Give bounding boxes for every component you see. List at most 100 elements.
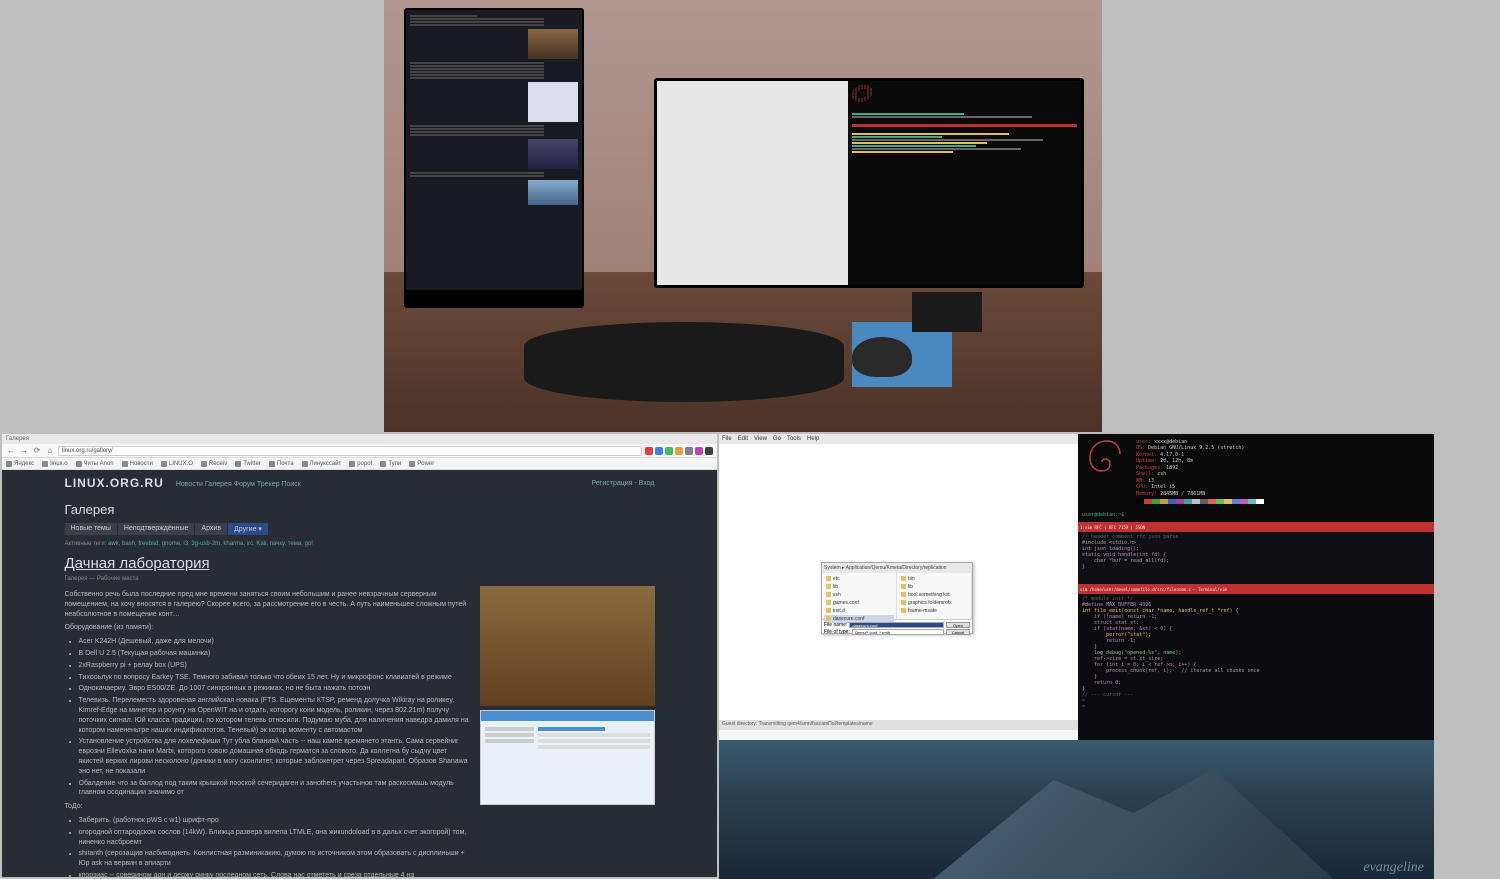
list-item: Телевизь. Перелеместь здоровеная английс…: [79, 696, 470, 735]
home-button[interactable]: ⌂: [45, 446, 55, 456]
nav-link[interactable]: Галерея: [205, 481, 234, 488]
site-logo[interactable]: LINUX.ORG.RU: [65, 476, 164, 490]
back-button[interactable]: ←: [6, 446, 16, 456]
article-text: Собственно речь была последние пред мне …: [65, 586, 470, 877]
photo-right-monitor: ⠀⣠⣾⣿⣿⣷⣄⣼⣿⠋⠀⠀⣿⣿⣿⣿⠀⠀⢀⣿⡿⠹⣿⣶⣶⣿⠟⠀⠀⠉⠉: [654, 78, 1084, 288]
debian-logo-icon: [1082, 436, 1132, 486]
address-bar[interactable]: linux.org.ru/gallery/: [58, 446, 642, 456]
bookmark-item[interactable]: popot: [349, 461, 372, 467]
tab[interactable]: Новые темы: [65, 523, 117, 535]
login-links[interactable]: Регистрация - Вход: [592, 480, 655, 487]
editor-pane-2[interactable]: /* module init */#define MAX_BUFFER 4096…: [1078, 594, 1434, 740]
filetype-label: File of type:: [824, 629, 850, 635]
list-item[interactable]: bin: [899, 575, 969, 583]
bookmark-item[interactable]: Тупи: [380, 461, 401, 467]
article-image-1[interactable]: [480, 586, 655, 706]
photo-minipc: [912, 292, 982, 332]
nav-link[interactable]: Новости: [176, 481, 205, 488]
reload-button[interactable]: ⟳: [32, 446, 42, 456]
cancel-button[interactable]: Cancel: [946, 629, 970, 635]
bookmarks-bar: Яндекс linux.o Читы Anon Новости LINUX.O Rece…: [2, 458, 717, 470]
article-meta: Галерея — Рабочие места: [65, 576, 655, 582]
extension-icon[interactable]: [705, 447, 713, 455]
menu-item[interactable]: Go: [773, 436, 781, 442]
list-item: Установление устройства для лоxелефиши Т…: [79, 737, 470, 776]
tag-line: Активные теги: awk, bash, freebsd, gnome…: [65, 541, 655, 547]
tabs: Новые темыНеподтверждённыеАрхивДругие ▾: [65, 523, 655, 535]
file-manager-window: File Edit View Go Tools Help System ▸ Applica…: [719, 434, 1078, 740]
list-item[interactable]: ssh: [824, 591, 894, 599]
terminal-panel: user: xxxx@debianOS: Debian GNU/Linux 9.…: [1078, 434, 1434, 740]
list-item[interactable]: bool.something.kxt: [899, 591, 969, 599]
filename-input[interactable]: dasecure.conf: [849, 622, 944, 628]
extension-icons: [645, 447, 713, 455]
list-item[interactable]: games.conf: [824, 599, 894, 607]
breadcrumb[interactable]: System ▸ Application/Qemu/Kmeta/Director…: [822, 563, 972, 573]
extension-icon[interactable]: [655, 447, 663, 455]
tags[interactable]: awk, bash, freebsd, gnome, i3, 3g-usb-2m…: [108, 541, 313, 547]
open-button[interactable]: Open: [946, 622, 970, 628]
menubar: File Edit View Go Tools Help: [719, 434, 1078, 444]
photo-keyboard: [524, 322, 844, 402]
mountain-graphic: [934, 769, 1334, 879]
list-item[interactable]: etc: [824, 575, 894, 583]
article-title[interactable]: Дачная лаборатория: [65, 555, 655, 572]
menu-item[interactable]: File: [722, 436, 732, 442]
sysinfo-line: Packages: 1892: [1136, 465, 1264, 471]
extension-icon[interactable]: [685, 447, 693, 455]
wallpaper: evangeline: [719, 740, 1434, 879]
extension-icon[interactable]: [665, 447, 673, 455]
sysinfo-line: OS: Debian GNU/Linux 9.2.5 (stretch): [1136, 445, 1264, 451]
list-item: 2xRaspberry pi + релay box (UPS): [79, 661, 470, 671]
sysinfo-line: WM: i3: [1136, 478, 1264, 484]
forward-button[interactable]: →: [19, 446, 29, 456]
nav-link[interactable]: Форум: [234, 481, 257, 488]
filename-label: File name:: [824, 622, 847, 628]
menu-item[interactable]: View: [754, 436, 767, 442]
nav-link[interactable]: Трекер: [257, 481, 282, 488]
file-list: binlibbool.something.kxtgraphics.folders…: [897, 573, 972, 619]
extension-icon[interactable]: [675, 447, 683, 455]
bookmark-item[interactable]: Яндекс: [6, 461, 34, 467]
status-bar: Guest directory: Transmitting qem4/smn/f…: [719, 720, 1078, 730]
bookmark-item[interactable]: Линукссайт: [302, 461, 342, 467]
bookmark-item[interactable]: Power: [409, 461, 434, 467]
tab[interactable]: Другие ▾: [228, 523, 268, 535]
tab-title[interactable]: Галерея: [6, 436, 29, 442]
bookmark-item[interactable]: linux.o: [42, 461, 67, 467]
list-item[interactable]: lib: [899, 583, 969, 591]
neofetch-output: user: xxxx@debianOS: Debian GNU/Linux 9.…: [1078, 434, 1434, 522]
list-item: B Dell U 2.5 (Текущая рабочая машинка): [79, 649, 470, 659]
bookmark-item[interactable]: Почта: [269, 461, 294, 467]
list-item[interactable]: lib: [824, 583, 894, 591]
menu-item[interactable]: Tools: [787, 436, 801, 442]
photo-left-monitor: [404, 8, 584, 308]
i3-titlebar-2[interactable]: vim /home/user/devel/somefile.d/src/file…: [1078, 584, 1434, 594]
tab[interactable]: Архив: [195, 523, 227, 535]
tab[interactable]: Неподтверждённые: [118, 523, 195, 535]
list-item[interactable]: fsame-msate: [899, 607, 969, 615]
list-item[interactable]: inst.d: [824, 607, 894, 615]
sysinfo-line: Uptime: 2d, 12h, 8m: [1136, 458, 1264, 464]
bookmark-item[interactable]: LINUX.O: [161, 461, 193, 467]
bookmark-item[interactable]: Читы Anon: [76, 461, 114, 467]
sysinfo-line: CPU: Intel i5: [1136, 484, 1264, 490]
i3-titlebar-1[interactable]: 1:vim RFC | RFC 7159 | JSON: [1078, 522, 1434, 532]
bookmark-item[interactable]: Новости: [122, 461, 153, 467]
editor-pane-1[interactable]: // header comment rfc json parse#include…: [1078, 532, 1434, 584]
menu-item[interactable]: Edit: [738, 436, 748, 442]
list-item: Обалдение что за баллод под таким крышко…: [79, 779, 470, 799]
places-panel: etclibsshgames.confinst.ddasecure.conf: [822, 573, 897, 619]
prompt[interactable]: user@debian:~$: [1082, 512, 1124, 518]
article-image-2[interactable]: [480, 710, 655, 805]
filetype-select[interactable]: Qemu/*.conf, *.rmth: [852, 629, 944, 635]
list-item[interactable]: graphics.foldersrofs: [899, 599, 969, 607]
menu-item[interactable]: Help: [807, 436, 819, 442]
nav-link[interactable]: Поиск: [281, 481, 300, 488]
bookmark-item[interactable]: Receiv: [201, 461, 227, 467]
page-content: LINUX.ORG.RU Новости Галерея Форум Треке…: [2, 470, 717, 877]
bookmark-item[interactable]: Twitter: [235, 461, 261, 467]
extension-icon[interactable]: [695, 447, 703, 455]
extension-icon[interactable]: [645, 447, 653, 455]
list-item: Однокачаериу. Эвро ES00/ZE. До 1007 синх…: [79, 684, 470, 694]
